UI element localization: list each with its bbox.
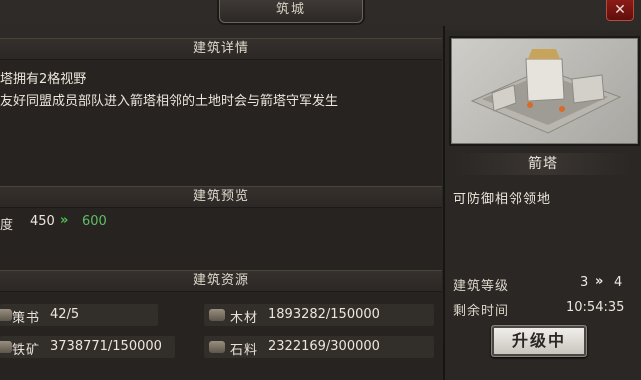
close-icon[interactable]: ✕ <box>614 2 626 18</box>
details-line-1: 塔拥有2格视野 <box>0 72 87 87</box>
arrow-icon: » <box>60 213 69 228</box>
details-header: 建筑详情 <box>0 38 442 60</box>
arrow-tower-illustration <box>470 49 622 134</box>
level-current: 3 <box>580 275 589 290</box>
details-line-2: 友好同盟成员部队进入箭塔相邻的土地时会与箭塔守军发生 <box>0 94 339 109</box>
building-name: 箭塔 <box>452 153 634 175</box>
resource-value: 42/5 <box>50 307 80 322</box>
level-label: 建筑等级 <box>453 279 510 294</box>
building-window: 筑城 ✕ 建筑详情 塔拥有2格视野 友好同盟成员部队进入箭塔相邻的土地时会与箭塔… <box>0 0 641 380</box>
building-description: 可防御相邻领地 <box>453 192 552 207</box>
resource-value: 2322169/300000 <box>268 339 380 354</box>
resource-label: 石料 <box>230 343 259 358</box>
preview-header: 建筑预览 <box>0 186 442 208</box>
arrow-icon: » <box>595 274 604 289</box>
stone-icon <box>209 341 225 353</box>
preview-current-value: 450 <box>30 214 55 229</box>
iron-ore-icon <box>0 341 12 353</box>
resource-value: 3738771/150000 <box>50 339 162 354</box>
building-image <box>451 38 638 144</box>
resource-label: 策书 <box>12 311 41 326</box>
resource-row-wood: 木材 1893282/150000 <box>204 304 434 326</box>
window-title: 筑城 <box>219 0 363 23</box>
resource-label: 铁矿 <box>12 343 41 358</box>
level-next: 4 <box>614 275 623 290</box>
time-label: 剩余时间 <box>453 304 510 319</box>
preview-label: 度 <box>0 218 14 233</box>
resource-row-book: 策书 42/5 <box>0 304 158 326</box>
book-icon <box>0 309 12 321</box>
resource-value: 1893282/150000 <box>268 307 380 322</box>
close-button[interactable]: ✕ <box>606 0 634 21</box>
preview-next-value: 600 <box>82 214 107 229</box>
resource-row-iron: 铁矿 3738771/150000 <box>0 336 175 358</box>
resource-label: 木材 <box>230 311 259 326</box>
wood-icon <box>209 309 225 321</box>
time-remaining: 10:54:35 <box>566 300 625 315</box>
upgrade-button[interactable]: 升级中 <box>491 325 587 357</box>
resources-header: 建筑资源 <box>0 270 442 292</box>
resource-row-stone: 石料 2322169/300000 <box>204 336 434 358</box>
